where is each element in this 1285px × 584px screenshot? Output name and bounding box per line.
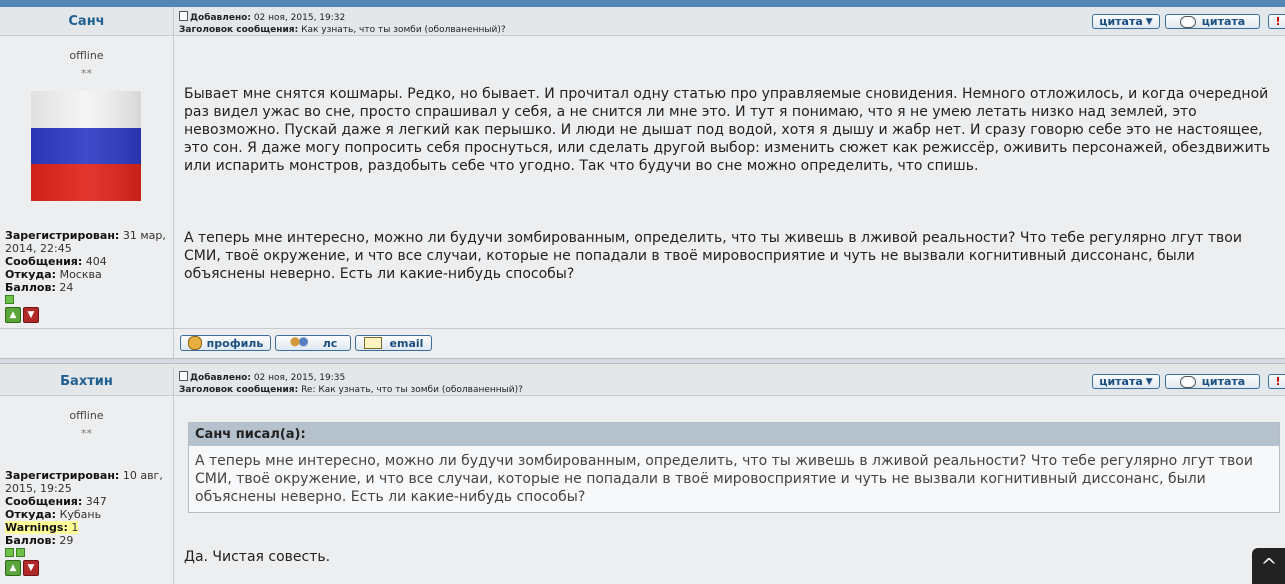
- subject-value: Re: Как узнать, что ты зомби (оболваненн…: [301, 385, 523, 395]
- quote-block: Санч писал(а): А теперь мне интересно, м…: [188, 422, 1280, 513]
- quote-text: А теперь мне интересно, можно ли будучи …: [195, 453, 1253, 505]
- user-status: offline: [69, 409, 104, 422]
- thumb-up-icon[interactable]: ▲: [5, 307, 21, 323]
- report-label: !: [1275, 15, 1281, 28]
- profile-button[interactable]: профиль: [180, 335, 271, 351]
- pm-button[interactable]: лс: [275, 335, 351, 351]
- profile-icon: [187, 336, 202, 350]
- speech-bubble-icon: [1179, 15, 1196, 28]
- envelope-icon: [363, 337, 382, 349]
- username-link[interactable]: Бахтин: [60, 374, 113, 389]
- from-label: Откуда:: [5, 508, 57, 521]
- user-status: offline: [69, 49, 104, 62]
- post-header: Добавлено: 02 ноя, 2015, 19:32 Заголовок…: [174, 7, 1285, 36]
- post-separator: [0, 358, 1285, 364]
- warnings-label: Warnings:: [5, 521, 68, 534]
- registered-label: Зарегистрирован:: [5, 229, 120, 242]
- quote-label: цитата: [1201, 375, 1246, 388]
- post-body: Да. Чистая совесть.: [184, 549, 331, 565]
- users-icon: [288, 337, 309, 349]
- user-rank-stars: **: [81, 67, 92, 80]
- user-stats: Зарегистрирован: 10 авг, 2015, 19:25 Соо…: [5, 469, 171, 576]
- chevron-up-icon: ^: [1260, 554, 1278, 578]
- post-icon: [179, 11, 188, 21]
- warnings-value: 1: [71, 521, 79, 534]
- speech-bubble-icon: [1179, 375, 1196, 388]
- from-value: Кубань: [59, 508, 102, 521]
- quote-select-label: цитата: [1099, 15, 1143, 28]
- rating-indicator: [5, 295, 14, 304]
- points-label: Баллов:: [5, 534, 56, 547]
- post-paragraph-1: Бывает мне снятся кошмары. Редко, но быв…: [184, 86, 1275, 174]
- russian-flag-avatar: [31, 91, 141, 201]
- scroll-to-top-button[interactable]: ^: [1252, 548, 1285, 584]
- post-icon: [179, 371, 188, 381]
- quote-button[interactable]: цитата: [1165, 14, 1260, 29]
- messages-label: Сообщения:: [5, 495, 83, 508]
- quote-select-button[interactable]: цитата ▼: [1092, 14, 1160, 29]
- report-button[interactable]: !: [1268, 374, 1285, 389]
- top-bar: [0, 0, 1285, 7]
- from-value: Москва: [59, 268, 102, 281]
- quote-header: Санч писал(а):: [189, 423, 1279, 446]
- email-button[interactable]: email: [355, 335, 432, 351]
- post-author-panel: Санч offline ** Зарегистрирован: 31 мар,…: [0, 7, 174, 328]
- added-label: Добавлено:: [190, 13, 251, 23]
- added-value: 02 ноя, 2015, 19:32: [253, 13, 346, 23]
- report-button[interactable]: !: [1268, 14, 1285, 29]
- subject-label: Заголовок сообщения:: [179, 25, 299, 35]
- registered-label: Зарегистрирован:: [5, 469, 120, 482]
- points-value: 29: [59, 534, 74, 547]
- messages-value: 404: [85, 255, 107, 268]
- added-label: Добавлено:: [190, 373, 251, 383]
- report-label: !: [1275, 375, 1281, 388]
- rating-indicator: [5, 548, 14, 557]
- subject-label: Заголовок сообщения:: [179, 385, 299, 395]
- post-paragraph-2: А теперь мне интересно, можно ли будучи …: [184, 230, 1247, 282]
- chevron-down-icon: ▼: [1145, 376, 1153, 387]
- footer-left-cell: [0, 329, 174, 358]
- username-link[interactable]: Санч: [68, 14, 104, 29]
- post-author-panel: Бахтин offline ** Зарегистрирован: 10 ав…: [0, 367, 174, 584]
- subject-value: Как узнать, что ты зомби (оболваненный)?: [301, 25, 506, 35]
- pm-label: лс: [322, 336, 338, 350]
- post-2: Бахтин offline ** Зарегистрирован: 10 ав…: [0, 367, 1285, 584]
- post-footer: профиль лс email: [0, 328, 1285, 358]
- post-body: Бывает мне снятся кошмары. Редко, но быв…: [184, 49, 1274, 319]
- username-bar: Бахтин: [0, 367, 173, 396]
- chevron-down-icon: ▼: [1145, 16, 1153, 27]
- user-rank-stars: **: [81, 427, 92, 440]
- post-content-panel: Добавлено: 02 ноя, 2015, 19:35 Заголовок…: [174, 367, 1285, 584]
- post-header: Добавлено: 02 ноя, 2015, 19:35 Заголовок…: [174, 367, 1285, 396]
- quote-select-button[interactable]: цитата ▼: [1092, 374, 1160, 389]
- warnings-badge: Warnings: 1: [5, 521, 79, 534]
- messages-label: Сообщения:: [5, 255, 83, 268]
- post-meta: Добавлено: 02 ноя, 2015, 19:32 Заголовок…: [179, 11, 506, 36]
- post-meta: Добавлено: 02 ноя, 2015, 19:35 Заголовок…: [179, 371, 523, 396]
- thumb-down-icon[interactable]: ▼: [23, 307, 39, 323]
- user-stats: Зарегистрирован: 31 мар, 2014, 22:45 Соо…: [5, 229, 171, 323]
- post-content-panel: Добавлено: 02 ноя, 2015, 19:32 Заголовок…: [174, 7, 1285, 328]
- rating-indicator: [16, 548, 25, 557]
- points-value: 24: [59, 281, 74, 294]
- points-label: Баллов:: [5, 281, 56, 294]
- post-1: Санч offline ** Зарегистрирован: 31 мар,…: [0, 7, 1285, 358]
- quote-select-label: цитата: [1099, 375, 1143, 388]
- added-value: 02 ноя, 2015, 19:35: [253, 373, 346, 383]
- username-bar: Санч: [0, 7, 173, 36]
- quote-button[interactable]: цитата: [1165, 374, 1260, 389]
- quote-label: цитата: [1201, 15, 1246, 28]
- thumb-down-icon[interactable]: ▼: [23, 560, 39, 576]
- messages-value: 347: [85, 495, 107, 508]
- profile-label: профиль: [206, 336, 264, 350]
- from-label: Откуда:: [5, 268, 57, 281]
- avatar: [31, 91, 141, 201]
- thumb-up-icon[interactable]: ▲: [5, 560, 21, 576]
- email-label: email: [389, 336, 424, 350]
